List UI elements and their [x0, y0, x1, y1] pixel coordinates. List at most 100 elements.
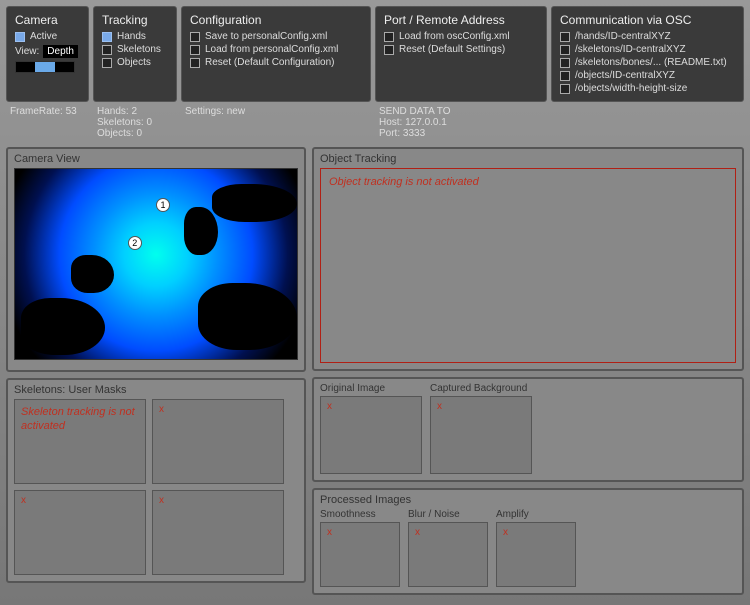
blur-label: Blur / Noise	[408, 509, 488, 520]
close-x-icon: x	[503, 527, 508, 538]
checkbox-icon	[102, 58, 112, 68]
amplify-label: Amplify	[496, 509, 576, 520]
hands-count-label: Hands:	[97, 106, 129, 117]
osc-item-label: /objects/width-height-size	[575, 83, 687, 94]
close-x-icon: x	[327, 401, 332, 412]
framerate-label: FrameRate:	[10, 106, 63, 117]
view-value: Depth	[43, 45, 78, 58]
camera-title: Camera	[15, 13, 80, 27]
object-tracking-section: Object Tracking Object tracking is not a…	[312, 147, 744, 371]
marker-label: 2	[132, 238, 137, 248]
config-load-label: Load from personalConfig.xml	[205, 44, 338, 55]
tracking-skeletons-toggle[interactable]: Skeletons	[102, 44, 168, 55]
captured-bg-tile: x	[430, 396, 532, 474]
skeleton-tile-1: Skeleton tracking is not activated	[14, 399, 146, 484]
config-load-button[interactable]: Load from personalConfig.xml	[190, 44, 362, 55]
camera-view-title: Camera View	[14, 153, 298, 165]
port-load-label: Load from oscConfig.xml	[399, 31, 510, 42]
checkbox-icon	[560, 45, 570, 55]
osc-item-size[interactable]: /objects/width-height-size	[560, 83, 735, 94]
skeleton-tile-4: x	[152, 490, 284, 575]
checkbox-icon	[384, 45, 394, 55]
checkbox-icon	[102, 45, 112, 55]
blur-tile: x	[408, 522, 488, 587]
close-x-icon: x	[21, 495, 26, 506]
checkbox-icon	[560, 32, 570, 42]
hand-marker-2: 2	[128, 236, 142, 250]
close-x-icon: x	[159, 495, 164, 506]
tracking-hands-label: Hands	[117, 31, 146, 42]
host-value: 127.0.0.1	[405, 117, 447, 128]
port-load-button[interactable]: Load from oscConfig.xml	[384, 31, 538, 42]
tracking-objects-toggle[interactable]: Objects	[102, 57, 168, 68]
close-x-icon: x	[159, 404, 164, 415]
osc-item-bones[interactable]: /skeletons/bones/... (README.txt)	[560, 57, 735, 68]
tracking-stats: Hands: 2 Skeletons: 0 Objects: 0	[93, 104, 177, 141]
checkbox-icon	[190, 32, 200, 42]
config-save-label: Save to personalConfig.xml	[205, 31, 327, 42]
osc-item-hands[interactable]: /hands/ID-centralXYZ	[560, 31, 735, 42]
smoothness-tile: x	[320, 522, 400, 587]
checkbox-icon	[190, 45, 200, 55]
close-x-icon: x	[415, 527, 420, 538]
settings-value: new	[227, 106, 245, 117]
settings-label: Settings:	[185, 106, 224, 117]
hands-count-value: 2	[131, 106, 137, 117]
port-reset-button[interactable]: Reset (Default Settings)	[384, 44, 538, 55]
smoothness-label: Smoothness	[320, 509, 400, 520]
tracking-objects-label: Objects	[117, 57, 151, 68]
camera-panel: Camera Active View: Depth	[6, 6, 89, 102]
tracking-hands-toggle[interactable]: Hands	[102, 31, 168, 42]
port-label: Port:	[379, 128, 400, 139]
checkbox-icon	[15, 32, 25, 42]
close-x-icon: x	[437, 401, 442, 412]
checkbox-icon	[384, 32, 394, 42]
skeleton-tile-2: x	[152, 399, 284, 484]
checkbox-icon	[102, 32, 112, 42]
port-value: 3333	[403, 128, 425, 139]
view-label: View:	[15, 46, 39, 57]
config-reset-button[interactable]: Reset (Default Configuration)	[190, 57, 362, 68]
settings-stat: Settings: new	[181, 104, 371, 141]
tracking-title: Tracking	[102, 13, 168, 27]
camera-view-selector[interactable]: View: Depth	[15, 45, 80, 58]
checkbox-icon	[190, 58, 200, 68]
skeletons-section: Skeletons: User Masks Skeleton tracking …	[6, 378, 306, 583]
object-tracking-title: Object Tracking	[320, 153, 736, 165]
port-panel: Port / Remote Address Load from oscConfi…	[375, 6, 547, 102]
framerate-stat: FrameRate: 53	[6, 104, 89, 141]
original-image-label: Original Image	[320, 383, 422, 394]
send-data-label: SEND DATA TO	[379, 106, 543, 117]
checkbox-icon	[560, 84, 570, 94]
original-image-tile: x	[320, 396, 422, 474]
marker-label: 1	[160, 200, 165, 210]
skeletons-title: Skeletons: User Masks	[14, 384, 298, 396]
skeletons-count-value: 0	[146, 117, 152, 128]
osc-item-skeletons[interactable]: /skeletons/ID-centralXYZ	[560, 44, 735, 55]
communication-title: Communication via OSC	[560, 13, 735, 27]
images-section: Original Image x Captured Background x	[312, 377, 744, 482]
skeleton-tile-3: x	[14, 490, 146, 575]
processed-images-section: Processed Images Smoothness x Blur / Noi…	[312, 488, 744, 595]
tracking-skeletons-label: Skeletons	[117, 44, 161, 55]
processed-title: Processed Images	[320, 494, 736, 506]
configuration-title: Configuration	[190, 13, 362, 27]
osc-item-label: /skeletons/ID-centralXYZ	[575, 44, 686, 55]
amplify-tile: x	[496, 522, 576, 587]
config-save-button[interactable]: Save to personalConfig.xml	[190, 31, 362, 42]
view-colorbar[interactable]	[15, 61, 75, 73]
send-data-stat: SEND DATA TO Host: 127.0.0.1 Port: 3333	[375, 104, 547, 141]
tracking-panel: Tracking Hands Skeletons Objects	[93, 6, 177, 102]
checkbox-icon	[560, 71, 570, 81]
camera-active-toggle[interactable]: Active	[15, 31, 80, 42]
port-reset-label: Reset (Default Settings)	[399, 44, 505, 55]
hand-marker-1: 1	[156, 198, 170, 212]
osc-item-objects[interactable]: /objects/ID-centralXYZ	[560, 70, 735, 81]
object-tracking-msg: Object tracking is not activated	[329, 173, 727, 191]
depth-image: 1 2	[14, 168, 298, 360]
skeletons-count-label: Skeletons:	[97, 117, 144, 128]
skeleton-msg: Skeleton tracking is not activated	[21, 403, 139, 436]
osc-item-label: /skeletons/bones/... (README.txt)	[575, 57, 727, 68]
close-x-icon: x	[327, 527, 332, 538]
objects-count-value: 0	[136, 128, 142, 139]
